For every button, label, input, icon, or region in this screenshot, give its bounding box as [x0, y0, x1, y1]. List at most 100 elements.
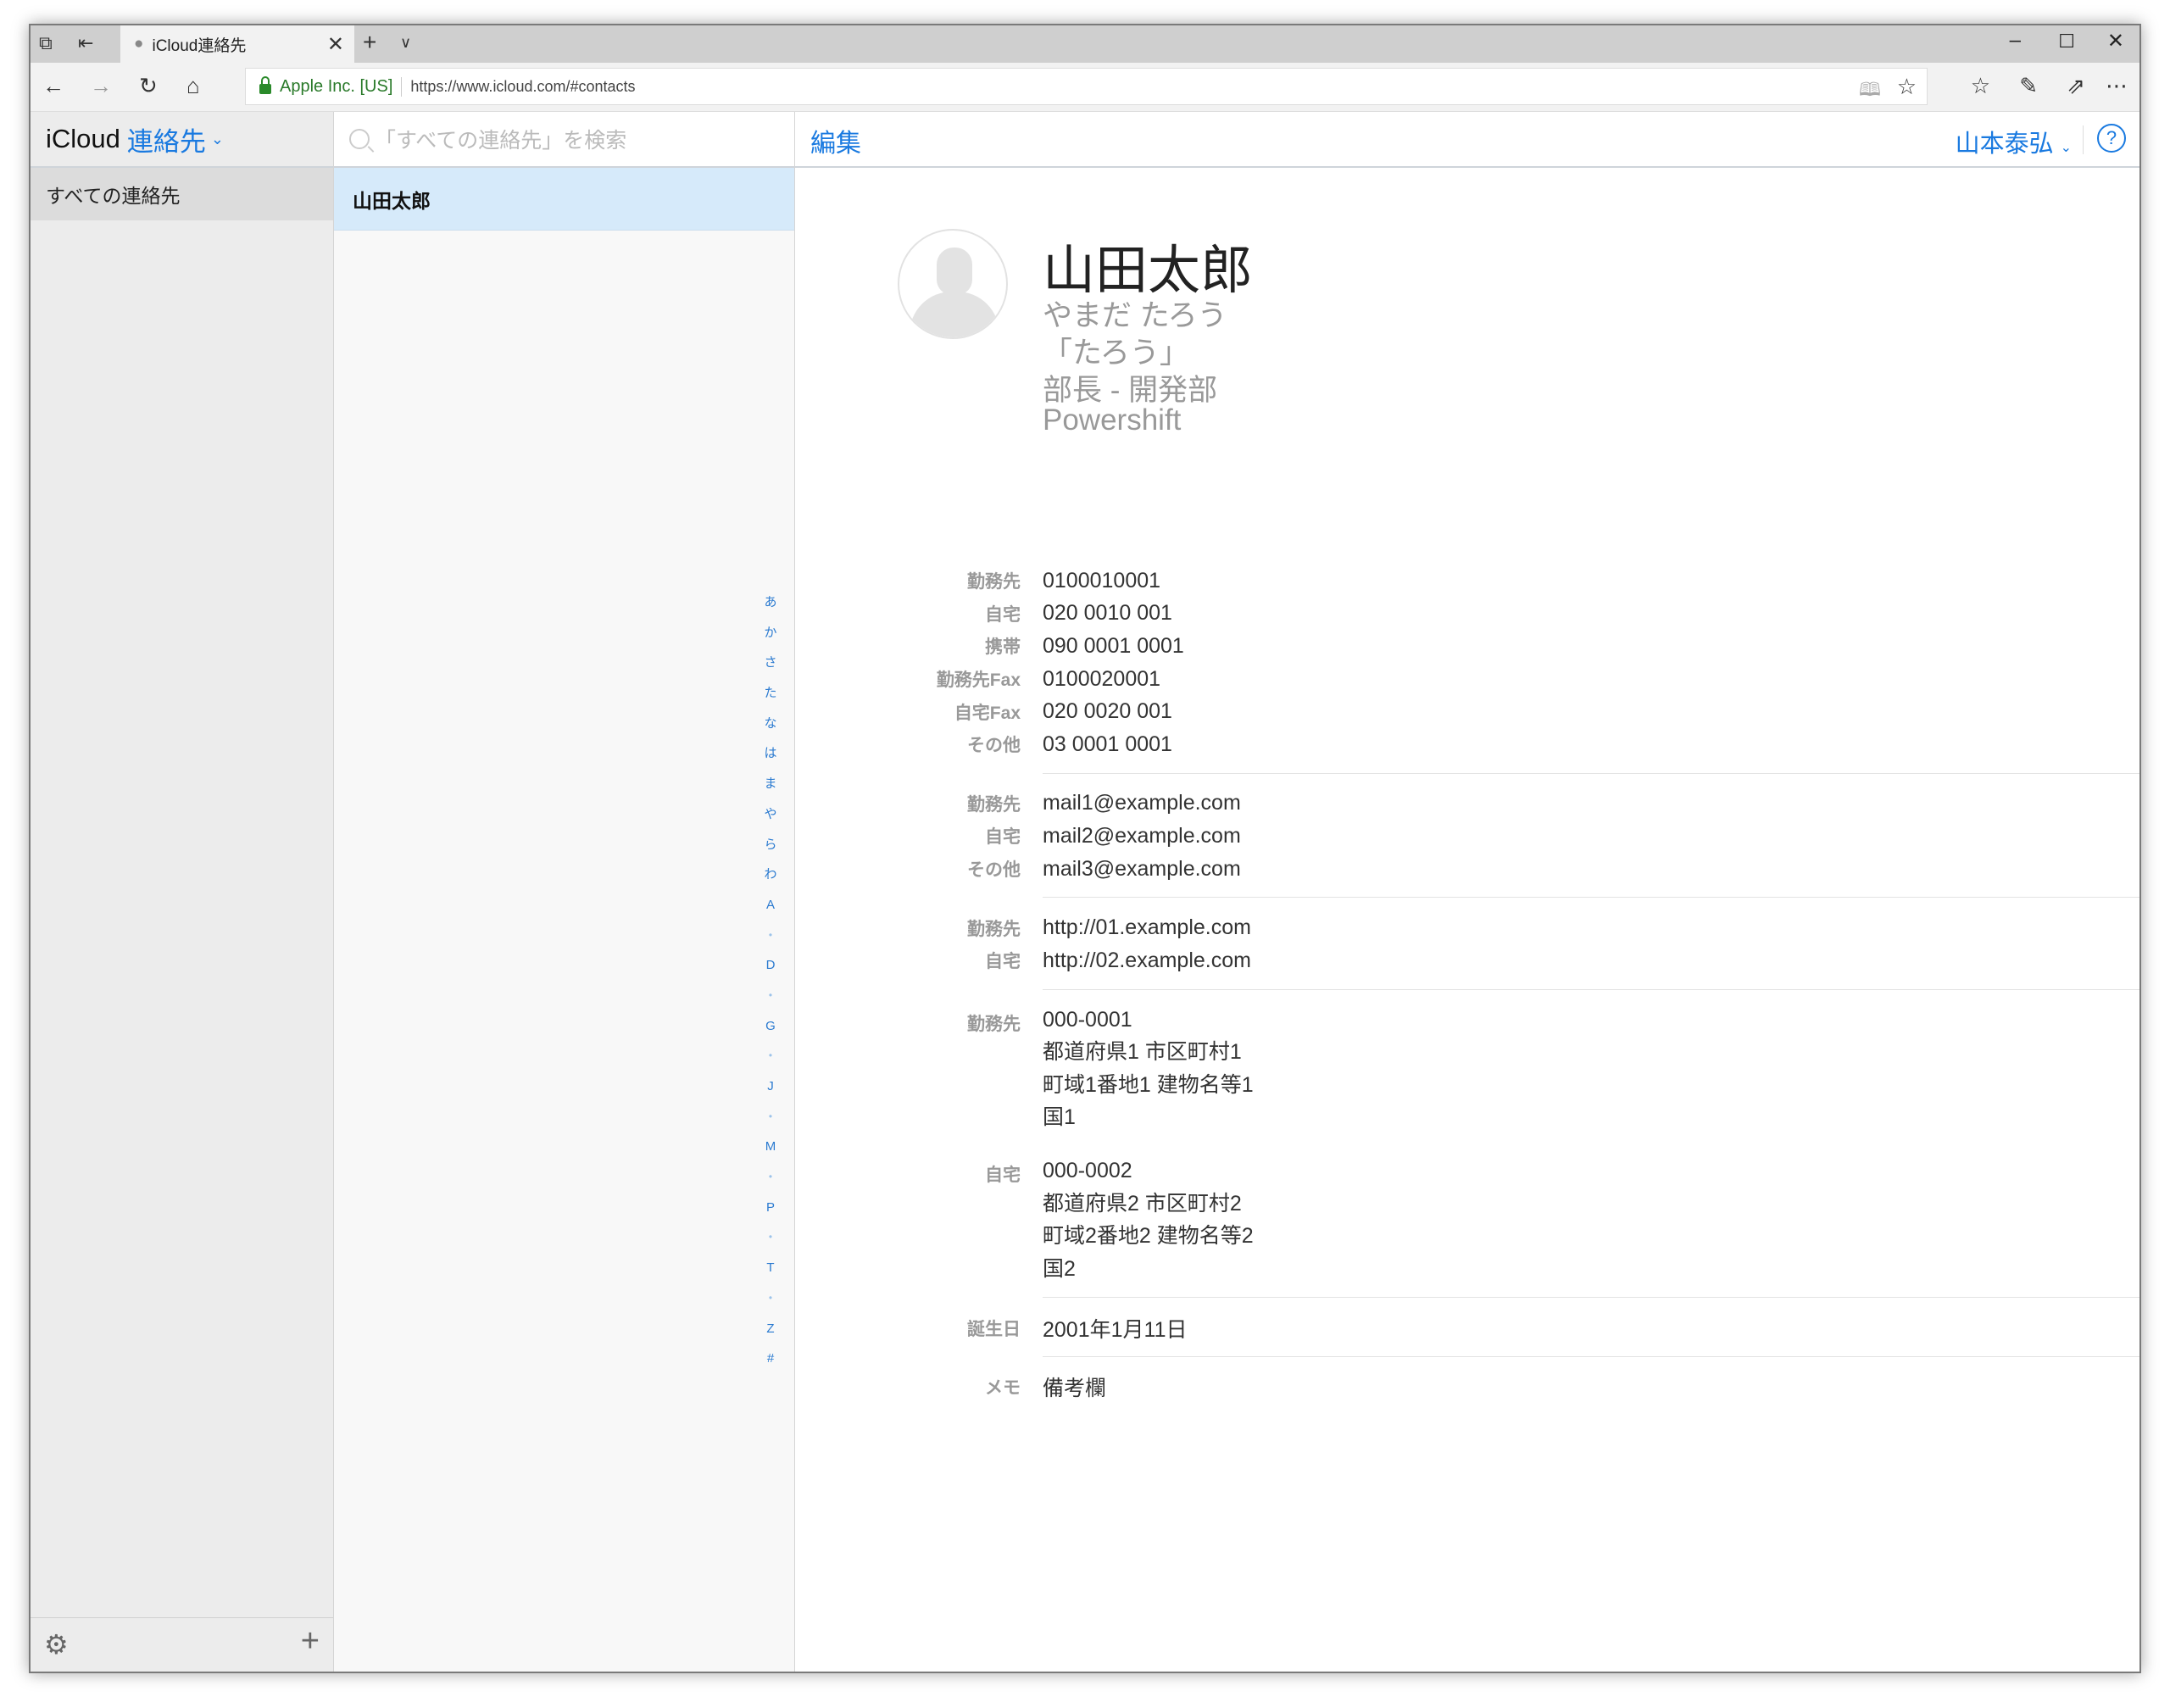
browser-window: ⧉ ⇤ ● iCloud連絡先 ✕ + ∨ – ☐ ✕ ← → ↻ ⌂ Appl… [29, 24, 2141, 1673]
back-icon[interactable]: ← [42, 73, 64, 99]
brand-label: iCloud [46, 124, 120, 153]
index-letter[interactable]: # [758, 1344, 783, 1374]
share-icon[interactable]: ⇗ [2067, 73, 2085, 99]
index-letter[interactable]: G [758, 1011, 783, 1042]
index-letter[interactable]: • [758, 981, 783, 1011]
field-value[interactable]: http://01.example.com [1043, 915, 1251, 940]
field-label: 勤務先Fax [936, 670, 1021, 691]
detail-header: 編集 山本泰弘 ⌄ ? [795, 112, 2139, 168]
forward-icon[interactable]: → [90, 73, 112, 99]
app-switcher[interactable]: iCloud 連絡先 ⌄ [31, 112, 333, 168]
address-line[interactable]: 000-0001 [1043, 1004, 1254, 1037]
index-letter[interactable]: ら [758, 830, 783, 860]
search-input[interactable]: 「すべての連絡先」を検索 [334, 112, 794, 168]
field-label: 誕生日 [967, 1319, 1021, 1339]
field-value[interactable]: 備考欄 [1043, 1371, 1106, 1402]
help-icon[interactable]: ? [2097, 124, 2126, 153]
navigation-bar: ← → ↻ ⌂ Apple Inc. [US] https://www.iclo… [31, 63, 2139, 112]
index-letter[interactable]: T [758, 1253, 783, 1283]
index-letter[interactable]: P [758, 1193, 783, 1223]
tab-bar: ⧉ ⇤ ● iCloud連絡先 ✕ + ∨ – ☐ ✕ [31, 25, 2139, 63]
address-line[interactable]: 町域1番地1 建物名等1 [1043, 1069, 1254, 1102]
index-letter[interactable]: あ [758, 587, 783, 618]
index-letter[interactable]: た [758, 678, 783, 709]
field-value[interactable]: http://02.example.com [1043, 949, 1251, 973]
gear-icon[interactable]: ⚙ [44, 1628, 69, 1661]
index-letter[interactable]: ま [758, 769, 783, 799]
field-label: 自宅 [985, 827, 1021, 848]
index-letter[interactable]: Z [758, 1314, 783, 1344]
index-letter[interactable]: は [758, 738, 783, 769]
field-value[interactable]: mail3@example.com [1043, 857, 1241, 882]
address-line[interactable]: 国2 [1043, 1253, 1254, 1286]
web-note-icon[interactable]: ✎ [2019, 73, 2038, 99]
index-letter[interactable]: わ [758, 860, 783, 890]
index-letter[interactable]: や [758, 799, 783, 830]
address-line[interactable]: 町域2番地2 建物名等2 [1043, 1220, 1254, 1253]
field-label: 勤務先 [967, 919, 1021, 939]
alphabet-index[interactable]: あかさたなはまやらわ A • D • G • J • M • P • T • Z # [758, 587, 783, 1374]
index-letter[interactable]: • [758, 1283, 783, 1314]
reading-view-icon[interactable]: 🕮 [1859, 75, 1881, 108]
address-line[interactable]: 都道府県2 市区町村2 [1043, 1188, 1254, 1221]
tab-preview-chevron-icon[interactable]: ∨ [400, 34, 411, 52]
field-value[interactable]: 020 0010 001 [1043, 601, 1172, 626]
field-row: 勤務先 0100010001 [795, 565, 2139, 598]
tab-sets-icon[interactable]: ⧉ [39, 32, 53, 54]
field-value[interactable]: mail1@example.com [1043, 791, 1241, 815]
address-line[interactable]: 国1 [1043, 1101, 1254, 1134]
edit-button[interactable]: 編集 [810, 122, 861, 159]
close-window-icon[interactable]: ✕ [2107, 29, 2124, 53]
address-line[interactable]: 000-0002 [1043, 1154, 1254, 1188]
index-letter[interactable]: J [758, 1071, 783, 1102]
address-line[interactable]: 都道府県1 市区町村1 [1043, 1036, 1254, 1069]
maximize-icon[interactable]: ☐ [2058, 31, 2075, 53]
index-letter[interactable]: D [758, 950, 783, 981]
url-text[interactable]: https://www.icloud.com/#contacts [402, 78, 635, 96]
index-letter[interactable]: • [758, 1222, 783, 1253]
contact-list: 「すべての連絡先」を検索 山田太郎 あかさたなはまやらわ A • D • G • J • M • P •… [334, 112, 795, 1672]
field-value[interactable]: 090 0001 0001 [1043, 634, 1184, 659]
more-icon[interactable]: ⋯ [2106, 73, 2128, 99]
index-letter[interactable]: • [758, 1102, 783, 1132]
field-value[interactable]: mail2@example.com [1043, 824, 1241, 848]
index-letter[interactable]: A [758, 890, 783, 921]
refresh-icon[interactable]: ↻ [139, 73, 158, 99]
favorite-star-icon[interactable]: ☆ [1897, 74, 1917, 100]
field-value[interactable]: 2001年1月11日 [1043, 1313, 1187, 1344]
index-letter[interactable]: • [758, 1041, 783, 1071]
index-letter[interactable]: さ [758, 648, 783, 678]
app-name: 連絡先 [126, 126, 206, 157]
index-letter[interactable]: • [758, 1162, 783, 1193]
field-label: 勤務先 [967, 1014, 1021, 1034]
field-value[interactable]: 0100010001 [1043, 569, 1160, 593]
close-tab-icon[interactable]: ✕ [327, 32, 344, 57]
list-item[interactable]: 山田太郎 [334, 168, 794, 231]
index-letter[interactable]: • [758, 921, 783, 951]
field-row: 自宅 http://02.example.com [795, 944, 2139, 977]
add-contact-icon[interactable]: + [301, 1623, 320, 1660]
index-letter[interactable]: M [758, 1132, 783, 1162]
new-tab-icon[interactable]: + [363, 29, 376, 56]
field-value[interactable]: 0100020001 [1043, 667, 1160, 692]
account-menu[interactable]: 山本泰弘 ⌄ [1956, 124, 2072, 159]
index-letter[interactable]: な [758, 709, 783, 739]
index-letter[interactable]: か [758, 618, 783, 648]
address-bar[interactable]: Apple Inc. [US] https://www.icloud.com/#… [245, 68, 1928, 105]
search-placeholder: 「すべての連絡先」を検索 [375, 129, 627, 153]
tab-icloud-contacts[interactable]: ● iCloud連絡先 ✕ [120, 25, 354, 63]
field-section: 勤務先 000-0001 都道府県1 市区町村1 町域1番地1 建物名等1 国1 自宅 00… [967, 990, 2139, 1299]
sidebar: iCloud 連絡先 ⌄ すべての連絡先 ⚙ + [31, 112, 334, 1672]
set-aside-tabs-icon[interactable]: ⇤ [78, 32, 93, 54]
field-value[interactable]: 020 0020 001 [1043, 699, 1172, 724]
user-name: 山本泰弘 [1955, 131, 2054, 158]
home-icon[interactable]: ⌂ [186, 73, 200, 99]
field-value[interactable]: 03 0001 0001 [1043, 732, 1172, 757]
certificate-label[interactable]: Apple Inc. [US] [280, 76, 403, 97]
favorites-hub-icon[interactable]: ☆ [1971, 73, 1990, 99]
sidebar-item-all-contacts[interactable]: すべての連絡先 [31, 168, 333, 220]
field-row: 勤務先 http://01.example.com [795, 911, 2139, 944]
field-label: 自宅Fax [954, 703, 1021, 723]
field-label: その他 [967, 736, 1021, 756]
minimize-icon[interactable]: – [2010, 29, 2021, 53]
